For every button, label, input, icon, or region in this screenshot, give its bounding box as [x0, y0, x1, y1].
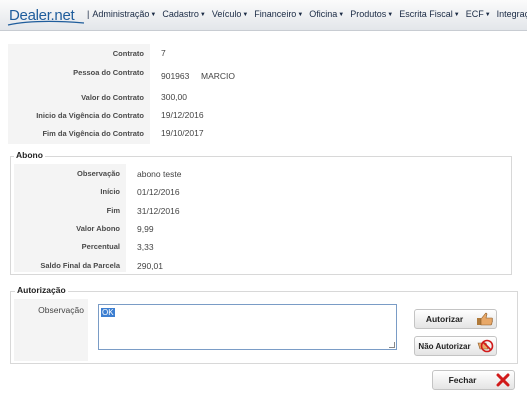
abono-labels-bg	[14, 164, 126, 272]
autorizar-label: Autorizar	[425, 314, 464, 324]
top-nav-bar: Dealer.net | Administração▼ Cadastro▼ Ve…	[0, 0, 527, 31]
fechar-label: Fechar	[448, 375, 477, 385]
menu-integracao[interactable]: Integração▼	[497, 9, 527, 19]
resize-handle-icon[interactable]	[389, 342, 395, 348]
caret-down-icon: ▼	[338, 12, 345, 18]
valor-contrato-value: 300,00	[161, 92, 187, 102]
abono-observacao-label: Observação	[77, 169, 120, 178]
fim-vigencia-label: Fim da Vigência do Contrato	[42, 129, 144, 138]
caret-down-icon: ▼	[484, 12, 491, 18]
pessoa-contrato-code: 901963	[161, 71, 190, 81]
caret-down-icon: ▼	[297, 12, 304, 18]
valor-abono-label: Valor Abono	[76, 224, 120, 233]
percentual-value: 3,33	[137, 242, 154, 252]
menu-financeiro[interactable]: Financeiro▼	[254, 9, 303, 19]
fim-vigencia-value: 19/10/2017	[161, 128, 204, 138]
close-icon	[492, 372, 514, 388]
autorizar-button[interactable]: Autorizar	[414, 309, 497, 329]
abono-inicio-value: 01/12/2016	[137, 187, 180, 197]
observacao-text: OK	[101, 308, 115, 317]
percentual-label: Percentual	[81, 242, 120, 251]
contrato-label: Contrato	[112, 49, 144, 58]
logo-text: Dealer.net	[9, 7, 75, 24]
abono-fim-label: Fim	[106, 206, 120, 215]
inicio-vigencia-label: Inicio da Vigência do Contrato	[36, 111, 144, 120]
autorizacao-legend: Autorização	[15, 285, 68, 295]
menu-oficina[interactable]: Oficina▼	[309, 9, 344, 19]
nao-autorizar-button[interactable]: Não Autorizar	[414, 336, 497, 356]
fechar-button[interactable]: Fechar	[432, 370, 515, 390]
nao-autorizar-label: Não Autorizar	[418, 341, 471, 351]
deny-icon	[474, 338, 496, 354]
autorizacao-observacao-label: Observação	[38, 305, 84, 315]
main-menu: | Administração▼ Cadastro▼ Veículo▼ Fina…	[87, 9, 527, 19]
inicio-vigencia-value: 19/12/2016	[161, 110, 204, 120]
menu-veiculo[interactable]: Veículo▼	[212, 9, 248, 19]
contrato-value: 7	[161, 48, 166, 58]
saldo-final-value: 290,01	[137, 261, 163, 271]
caret-down-icon: ▼	[387, 12, 394, 18]
abono-legend: Abono	[14, 150, 45, 160]
thumbs-up-icon	[474, 311, 496, 327]
pessoa-contrato-label: Pessoa do Contrato	[73, 68, 144, 77]
dealernet-logo[interactable]: Dealer.net	[6, 5, 86, 26]
pessoa-contrato-name: MARCIO	[201, 71, 235, 81]
caret-down-icon: ▼	[150, 12, 157, 18]
menu-produtos[interactable]: Produtos▼	[350, 9, 393, 19]
caret-down-icon: ▼	[453, 12, 460, 18]
menu-escrita-fiscal[interactable]: Escrita Fiscal▼	[399, 9, 459, 19]
menu-cadastro[interactable]: Cadastro▼	[162, 9, 205, 19]
valor-abono-value: 9,99	[137, 224, 154, 234]
menu-separator: |	[87, 9, 90, 19]
abono-observacao-value: abono teste	[137, 169, 182, 179]
valor-contrato-label: Valor do Contrato	[81, 93, 144, 102]
abono-fim-value: 31/12/2016	[137, 206, 180, 216]
caret-down-icon: ▼	[199, 12, 206, 18]
caret-down-icon: ▼	[242, 12, 249, 18]
abono-inicio-label: Início	[100, 187, 120, 196]
menu-administracao[interactable]: Administração▼	[92, 9, 156, 19]
menu-ecf[interactable]: ECF▼	[466, 9, 491, 19]
observacao-textarea[interactable]: OK	[98, 304, 397, 350]
saldo-final-label: Saldo Final da Parcela	[40, 261, 120, 270]
